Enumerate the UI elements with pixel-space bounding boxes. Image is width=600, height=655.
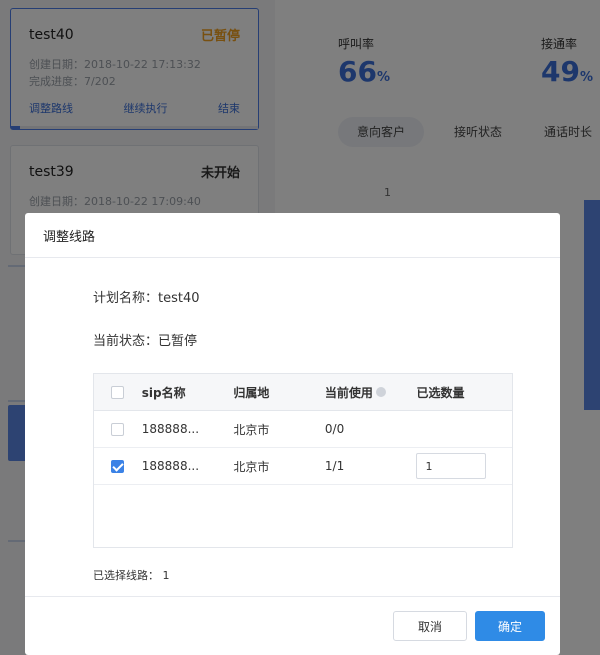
row-checkbox[interactable]	[111, 459, 125, 473]
sip-name-cell: 188888...	[141, 459, 200, 473]
table-row[interactable]: 188888... 北京市 1/1	[94, 448, 512, 485]
usage-cell: 1/1	[324, 459, 345, 473]
quantity-input[interactable]	[416, 453, 487, 479]
current-status: 当前状态：已暂停	[93, 334, 198, 349]
col-selected-qty: 已选数量	[416, 385, 465, 400]
confirm-button[interactable]: 确定	[475, 611, 545, 641]
dialog-header: 调整线路	[25, 213, 560, 258]
location-cell: 北京市	[233, 459, 270, 474]
select-all-checkbox[interactable]	[111, 385, 125, 399]
selected-lines-count: 已选择线路： 1	[93, 569, 170, 582]
usage-cell: 0/0	[324, 422, 345, 436]
row-checkbox[interactable]	[111, 422, 125, 436]
sip-name-cell: 188888...	[141, 422, 200, 436]
adjust-route-dialog: 调整线路 计划名称：test40 当前状态：已暂停 sip名称 归属地 当前使用…	[25, 213, 560, 655]
dialog-title: 调整线路	[43, 229, 96, 245]
col-sip-name: sip名称	[141, 385, 186, 400]
table-header: sip名称 归属地 当前使用 已选数量	[94, 374, 512, 411]
sip-table: sip名称 归属地 当前使用 已选数量 188888... 北京市 0/0 18…	[93, 373, 513, 548]
plan-name: 计划名称：test40	[93, 291, 200, 306]
location-cell: 北京市	[233, 422, 270, 437]
table-row[interactable]: 188888... 北京市 0/0	[94, 411, 512, 448]
cancel-button[interactable]: 取消	[393, 611, 467, 641]
col-current-usage: 当前使用	[325, 384, 417, 401]
dialog-footer-divider	[25, 596, 560, 597]
col-location: 归属地	[233, 385, 270, 400]
info-icon[interactable]	[375, 387, 386, 397]
